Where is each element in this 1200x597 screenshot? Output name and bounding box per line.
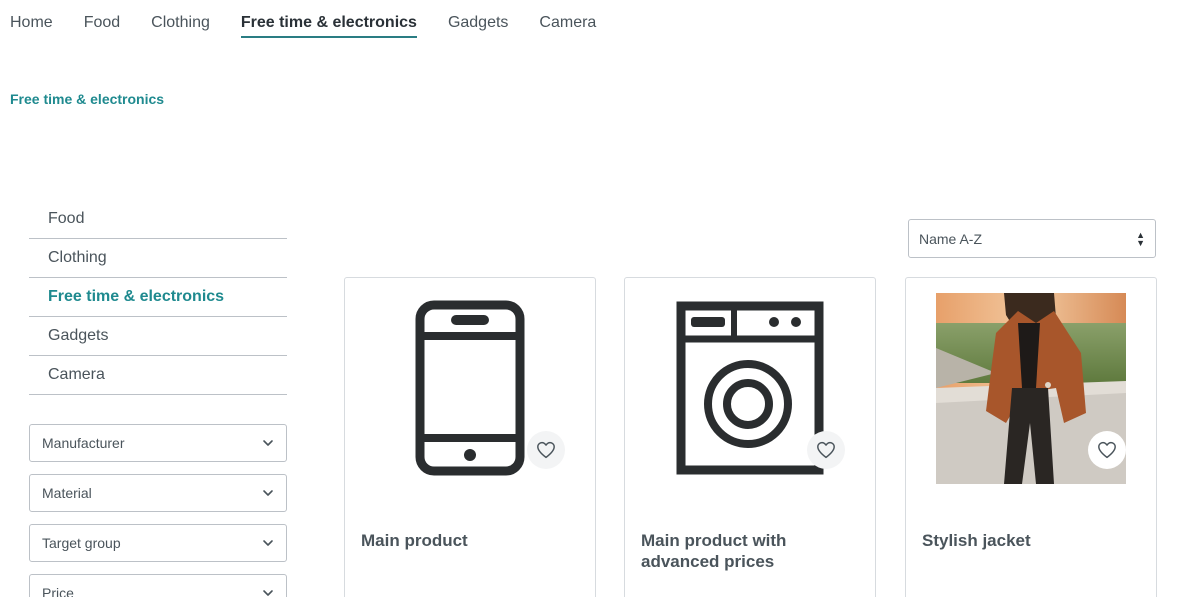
wishlist-button[interactable]: [807, 431, 845, 469]
main-navigation: Home Food Clothing Free time & electroni…: [0, 0, 627, 46]
nav-item-food[interactable]: Food: [84, 0, 120, 40]
product-title[interactable]: Main product: [361, 530, 579, 551]
filter-label: Target group: [42, 535, 121, 551]
category-item-food[interactable]: Food: [29, 200, 287, 239]
nav-item-camera[interactable]: Camera: [539, 0, 596, 40]
smartphone-icon: [415, 300, 525, 476]
sidebar: Food Clothing Free time & electronics Ga…: [29, 200, 287, 597]
chevron-down-icon: [263, 590, 273, 596]
chevron-down-icon: [263, 440, 273, 446]
chevron-down-icon: [263, 490, 273, 496]
category-item-camera[interactable]: Camera: [29, 356, 287, 395]
nav-item-gadgets[interactable]: Gadgets: [448, 0, 508, 40]
filter-material[interactable]: Material: [29, 474, 287, 512]
filter-manufacturer[interactable]: Manufacturer: [29, 424, 287, 462]
product-card[interactable]: Main product with advanced prices: [624, 277, 876, 597]
filter-label: Price: [42, 585, 74, 597]
sort-arrows-icon: ▲ ▼: [1136, 229, 1145, 248]
filter-label: Manufacturer: [42, 435, 125, 451]
sort-select[interactable]: Name A-Z ▲ ▼: [908, 219, 1156, 258]
sort-selected-value: Name A-Z: [919, 230, 983, 247]
product-title[interactable]: Stylish jacket: [922, 530, 1140, 551]
nav-item-home[interactable]: Home: [10, 0, 53, 40]
heart-icon: [817, 441, 835, 459]
nav-item-free-time-electronics[interactable]: Free time & electronics: [240, 0, 418, 40]
category-list: Food Clothing Free time & electronics Ga…: [29, 200, 287, 395]
heart-icon: [1098, 441, 1116, 459]
product-card[interactable]: Stylish jacket: [905, 277, 1157, 597]
product-title[interactable]: Main product with advanced prices: [641, 530, 859, 572]
product-card[interactable]: Main product: [344, 277, 596, 597]
filter-target-group[interactable]: Target group: [29, 524, 287, 562]
washing-machine-icon: [676, 301, 824, 475]
nav-item-clothing[interactable]: Clothing: [151, 0, 210, 40]
category-item-clothing[interactable]: Clothing: [29, 239, 287, 278]
category-item-gadgets[interactable]: Gadgets: [29, 317, 287, 356]
wishlist-button[interactable]: [1088, 431, 1126, 469]
heart-icon: [537, 441, 555, 459]
wishlist-button[interactable]: [527, 431, 565, 469]
chevron-down-icon: [263, 540, 273, 546]
breadcrumb[interactable]: Free time & electronics: [10, 91, 164, 107]
filter-panel: Manufacturer Material Target group Price: [29, 424, 287, 597]
filter-price[interactable]: Price: [29, 574, 287, 597]
filter-label: Material: [42, 485, 92, 501]
category-item-free-time-electronics[interactable]: Free time & electronics: [29, 278, 287, 317]
